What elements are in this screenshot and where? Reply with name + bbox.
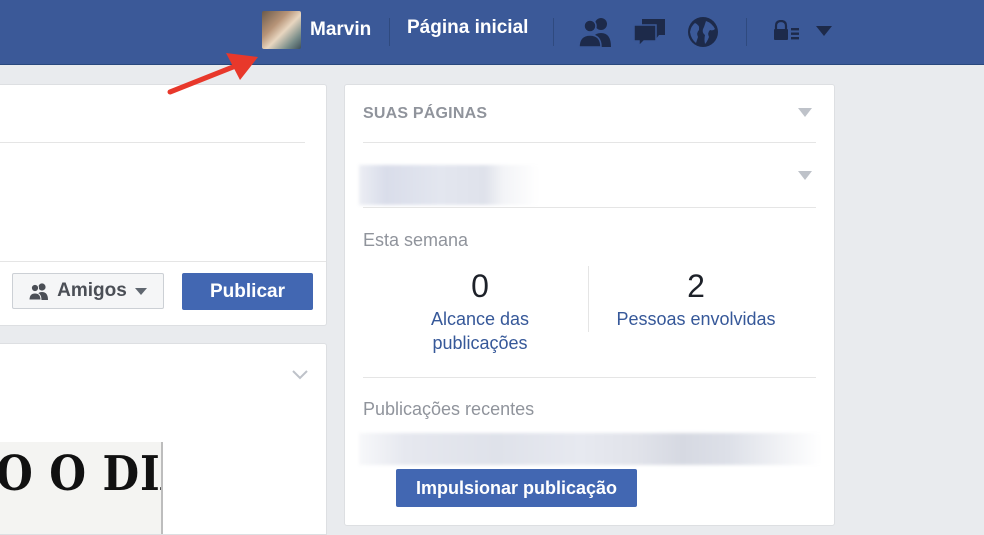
friends-icon[interactable] — [578, 15, 614, 49]
divider — [363, 142, 816, 143]
your-pages-panel: SUAS PÁGINAS Esta semana 0 Alcance das p… — [344, 84, 835, 526]
divider — [363, 207, 816, 208]
messages-icon[interactable] — [632, 15, 668, 49]
post-composer: Amigos Publicar — [0, 84, 327, 326]
top-navigation-bar: Marvin Página inicial — [0, 0, 984, 65]
engaged-label: Pessoas envolvidas — [616, 309, 776, 329]
nav-separator — [553, 18, 554, 46]
caret-down-icon[interactable] — [815, 24, 833, 38]
lock-menu-icon[interactable] — [773, 19, 799, 42]
dropdown-triangle-icon[interactable] — [798, 108, 812, 117]
profile-name: Marvin — [310, 19, 372, 40]
nav-separator — [746, 18, 747, 46]
nav-separator — [389, 18, 390, 46]
panel-header: SUAS PÁGINAS — [363, 105, 488, 122]
friends-icon — [28, 283, 49, 300]
post-image-headline: O O DIA! — [0, 446, 161, 502]
reach-value: 0 — [471, 268, 489, 304]
divider — [363, 377, 816, 378]
globe-icon[interactable] — [686, 15, 722, 49]
divider — [0, 142, 305, 143]
reach-link[interactable]: Alcance das publicações — [405, 307, 555, 355]
publish-button[interactable]: Publicar — [182, 273, 313, 310]
profile-link[interactable]: Marvin — [262, 11, 371, 49]
boost-post-button[interactable]: Impulsionar publicação — [396, 469, 637, 507]
chevron-down-icon — [134, 288, 147, 295]
engaged-value: 2 — [687, 268, 705, 304]
page-name-blurred[interactable] — [359, 165, 539, 205]
engaged-link[interactable]: Pessoas envolvidas — [601, 307, 791, 331]
week-label: Esta semana — [363, 230, 469, 250]
avatar — [262, 11, 301, 49]
reach-label-line1: Alcance das — [430, 309, 530, 329]
stat-divider — [588, 266, 589, 332]
annotation-arrow-icon — [160, 45, 270, 105]
dropdown-triangle-icon[interactable] — [798, 171, 812, 180]
feed-post: O O DIA! — [0, 343, 327, 535]
home-link[interactable]: Página inicial — [407, 17, 528, 39]
audience-selector-button[interactable]: Amigos — [12, 273, 164, 309]
audience-label: Amigos — [57, 280, 127, 301]
recent-post-blurred[interactable] — [359, 433, 821, 465]
divider — [0, 261, 326, 262]
post-image[interactable]: O O DIA! — [0, 442, 163, 534]
reach-label-line2: publicações — [432, 333, 528, 353]
chevron-down-icon[interactable] — [291, 368, 309, 380]
recent-posts-label: Publicações recentes — [363, 399, 535, 419]
